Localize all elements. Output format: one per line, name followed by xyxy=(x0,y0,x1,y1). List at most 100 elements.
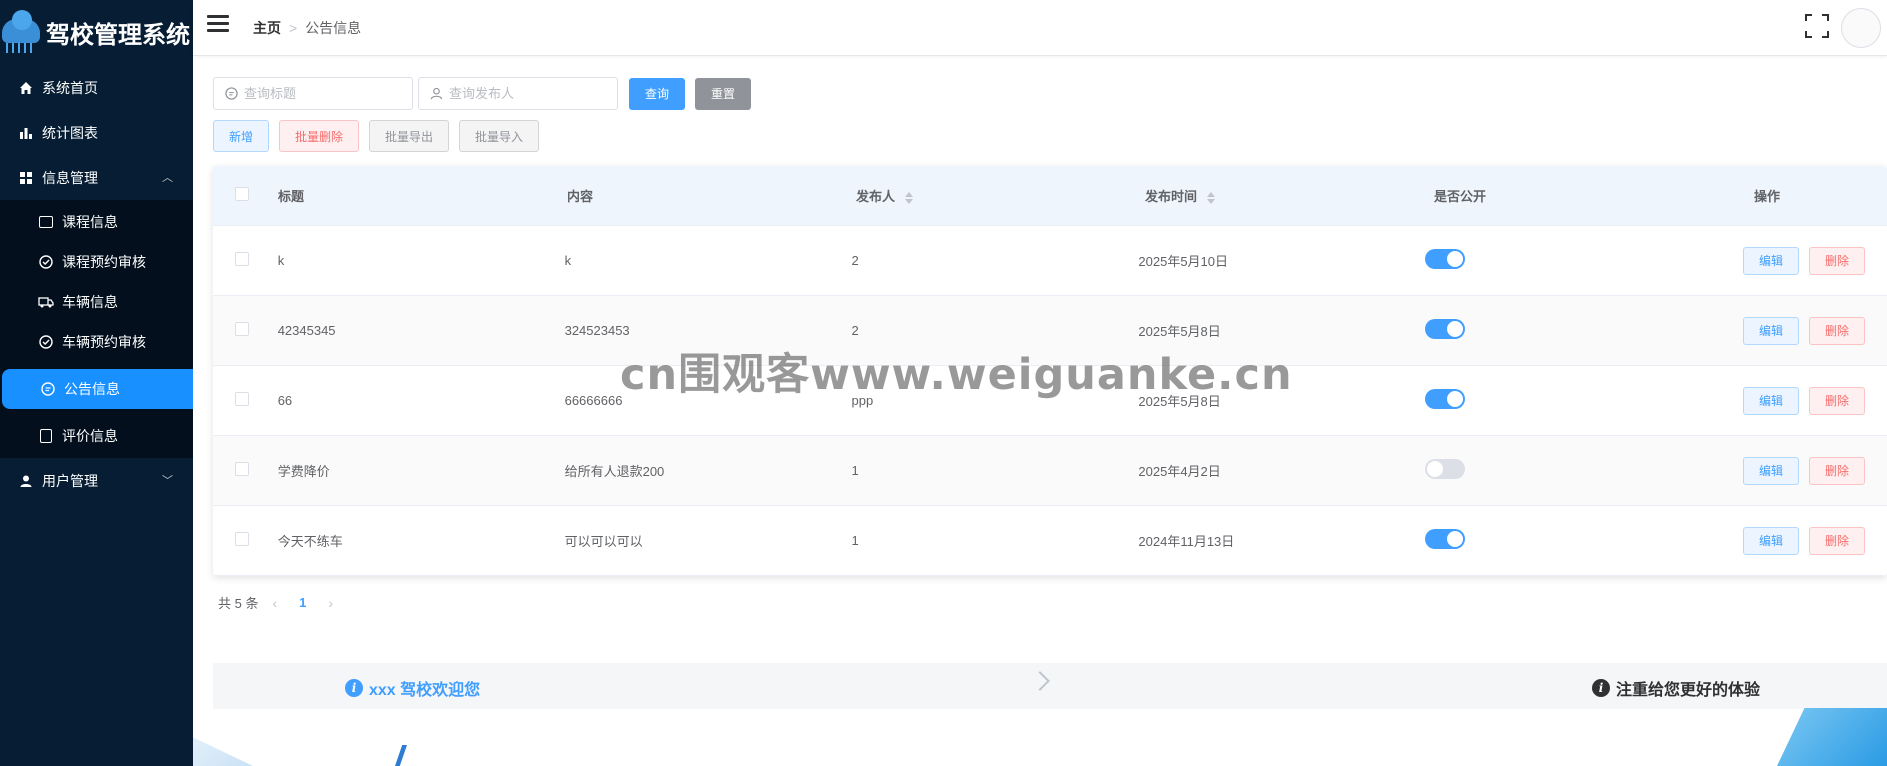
notice-welcome: i xxx 驾校欢迎您 xyxy=(345,676,480,700)
chevron-right-icon xyxy=(1030,671,1050,691)
edit-button[interactable]: 编辑 xyxy=(1743,456,1799,485)
sidebar-item-label: 用户管理 xyxy=(42,472,98,489)
column-header-label: 发布时间 xyxy=(1145,189,1198,204)
page-number[interactable]: 1 xyxy=(299,595,306,610)
sidebar-item-course-info[interactable]: 课程信息 xyxy=(0,202,193,242)
cell-title: 学费降价 xyxy=(277,464,330,479)
row-checkbox[interactable] xyxy=(235,532,249,546)
sidebar-item-reviews[interactable]: 评价信息 xyxy=(0,416,193,456)
sidebar-item-charts[interactable]: 统计图表 xyxy=(0,110,193,155)
table-row: 学费降价 给所有人退款200 1 2025年4月2日 编辑 删除 xyxy=(213,436,1887,506)
column-header-content: 内容 xyxy=(567,189,594,204)
cell-publish-time: 2025年5月8日 xyxy=(1138,324,1221,339)
sidebar: 驾校管理系统 系统首页 统计图表 信息管理 ︿ 课程信息 课程预约审核 车辆信息… xyxy=(0,0,193,766)
row-checkbox[interactable] xyxy=(235,462,249,476)
prev-page-button[interactable]: ‹ xyxy=(272,595,277,611)
delete-button[interactable]: 删除 xyxy=(1809,246,1865,275)
notice-experience: i 注重给您更好的体验 xyxy=(1591,676,1760,700)
notice-experience-text: 注重给您更好的体验 xyxy=(1615,682,1760,699)
course-icon xyxy=(38,214,54,230)
announcement-table: 标题 内容 发布人 发布时间 是否公开 操作 k k 2 2025年5月10日 编辑 删除… xyxy=(213,166,1887,576)
table-row: k k 2 2025年5月10日 编辑 删除 xyxy=(213,226,1887,296)
edit-button[interactable]: 编辑 xyxy=(1743,316,1799,345)
delete-button[interactable]: 删除 xyxy=(1809,456,1865,485)
check-circle-icon xyxy=(38,254,54,270)
sidebar-item-home[interactable]: 系统首页 xyxy=(0,65,193,110)
cell-content: 66666666 xyxy=(564,393,623,408)
title-search-input[interactable] xyxy=(244,86,394,101)
is-public-toggle[interactable] xyxy=(1425,529,1466,549)
grid-icon xyxy=(18,170,34,186)
delete-button[interactable]: 删除 xyxy=(1809,386,1865,415)
avatar[interactable] xyxy=(1841,8,1881,48)
user-icon xyxy=(429,87,443,101)
cell-publish-time: 2025年5月10日 xyxy=(1138,254,1229,269)
column-header-is-public: 是否公开 xyxy=(1434,189,1487,204)
info-icon: i xyxy=(1591,679,1610,697)
cell-content: 324523453 xyxy=(564,323,630,338)
publisher-search-field[interactable] xyxy=(418,77,618,110)
row-checkbox[interactable] xyxy=(235,322,249,336)
cell-content: 给所有人退款200 xyxy=(564,464,665,479)
breadcrumb-current: 公告信息 xyxy=(305,20,362,36)
message-icon xyxy=(224,87,238,101)
menu-toggle-icon[interactable] xyxy=(207,15,229,37)
sidebar-item-vehicle-booking-review[interactable]: 车辆预约审核 xyxy=(0,322,193,362)
truck-icon xyxy=(38,294,54,310)
sidebar-menu: 系统首页 统计图表 信息管理 ︿ 课程信息 课程预约审核 车辆信息 车辆预约审核… xyxy=(0,65,193,503)
sort-icon[interactable] xyxy=(1206,191,1215,204)
sidebar-item-course-booking-review[interactable]: 课程预约审核 xyxy=(0,242,193,282)
sidebar-item-label: 统计图表 xyxy=(42,124,98,141)
is-public-toggle[interactable] xyxy=(1425,459,1466,479)
row-checkbox[interactable] xyxy=(235,252,249,266)
is-public-toggle[interactable] xyxy=(1425,389,1466,409)
edit-button[interactable]: 编辑 xyxy=(1743,386,1799,415)
notice-bar: i xxx 驾校欢迎您 i 注重给您更好的体验 xyxy=(213,663,1887,709)
sidebar-item-announcements[interactable]: 公告信息 xyxy=(2,369,193,409)
app-title: 驾校管理系统 xyxy=(46,22,190,49)
cell-content: 可以可以可以 xyxy=(564,534,643,549)
select-all-checkbox[interactable] xyxy=(235,187,249,201)
is-public-toggle[interactable] xyxy=(1425,249,1466,269)
logo: 驾校管理系统 xyxy=(0,0,193,65)
sidebar-item-vehicle-info[interactable]: 车辆信息 xyxy=(0,282,193,322)
check-circle-icon xyxy=(38,334,54,350)
breadcrumb: 主页 > 公告信息 xyxy=(253,18,361,38)
cell-publish-time: 2024年11月13日 xyxy=(1138,534,1235,549)
publisher-search-input[interactable] xyxy=(449,86,599,101)
sidebar-item-label: 信息管理 xyxy=(42,169,98,186)
reset-button[interactable]: 重置 xyxy=(695,77,751,110)
column-header-publisher[interactable]: 发布人 xyxy=(856,186,1145,205)
next-page-button[interactable]: › xyxy=(328,595,333,611)
edit-button[interactable]: 编辑 xyxy=(1743,246,1799,275)
title-search-field[interactable] xyxy=(213,77,413,110)
is-public-toggle[interactable] xyxy=(1425,319,1466,339)
sidebar-item-user-management[interactable]: 用户管理 ﹀ xyxy=(0,458,193,503)
query-button[interactable]: 查询 xyxy=(629,77,685,110)
breadcrumb-separator: > xyxy=(289,20,298,36)
sort-icon[interactable] xyxy=(904,191,913,204)
action-bar: 新增 批量删除 批量导出 批量导入 xyxy=(213,120,549,152)
sidebar-item-label: 课程信息 xyxy=(62,214,118,230)
batch-import-button[interactable]: 批量导入 xyxy=(459,120,539,152)
breadcrumb-home[interactable]: 主页 xyxy=(253,18,281,38)
delete-button[interactable]: 删除 xyxy=(1809,526,1865,555)
edit-button[interactable]: 编辑 xyxy=(1743,526,1799,555)
main-content: 查询 重置 新增 批量删除 批量导出 批量导入 标题 内容 发布人 发布时间 是… xyxy=(213,56,1887,766)
add-button[interactable]: 新增 xyxy=(213,120,269,152)
pagination: 共 5 条 ‹ 1 › xyxy=(218,593,347,612)
sidebar-item-info-management[interactable]: 信息管理 ︿ xyxy=(0,155,193,200)
fullscreen-icon[interactable] xyxy=(1805,14,1829,38)
column-header-publish-time[interactable]: 发布时间 xyxy=(1145,186,1434,205)
total-count: 共 5 条 xyxy=(218,596,259,611)
notice-welcome-text: xxx 驾校欢迎您 xyxy=(369,682,481,699)
row-checkbox[interactable] xyxy=(235,392,249,406)
batch-export-button[interactable]: 批量导出 xyxy=(369,120,449,152)
cell-title: 42345345 xyxy=(277,323,336,338)
column-header-operation: 操作 xyxy=(1754,189,1781,204)
batch-delete-button[interactable]: 批量删除 xyxy=(279,120,359,152)
table-body: k k 2 2025年5月10日 编辑 删除 42345345 324523453 2 2025年… xyxy=(213,226,1887,576)
table-row: 42345345 324523453 2 2025年5月8日 编辑 删除 xyxy=(213,296,1887,366)
logo-cloud-icon xyxy=(0,9,42,55)
delete-button[interactable]: 删除 xyxy=(1809,316,1865,345)
